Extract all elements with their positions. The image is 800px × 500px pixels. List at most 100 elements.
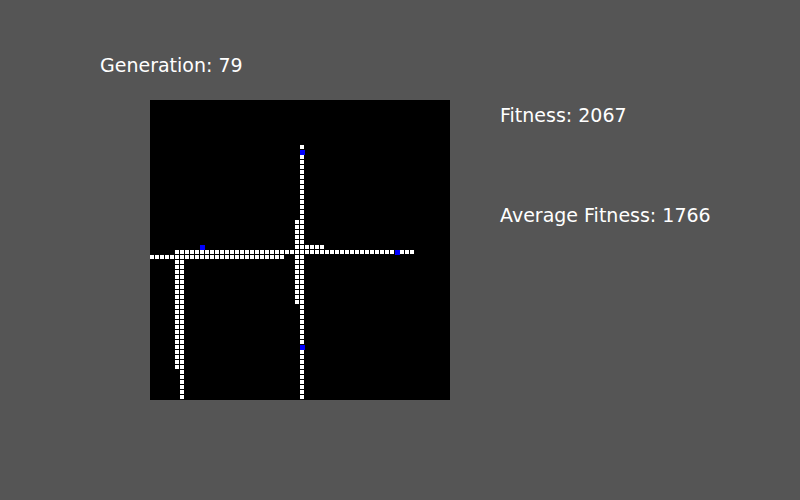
trail-cell <box>300 385 304 389</box>
trail-cell <box>180 310 184 314</box>
stats-panel: Fitness: 2067 Average Fitness: 1766 <box>450 100 711 400</box>
trail-cell <box>295 225 299 229</box>
trail-cell <box>340 250 344 254</box>
trail-cell <box>355 250 359 254</box>
trail-cell <box>315 250 319 254</box>
trail-cell <box>180 335 184 339</box>
trail-cell <box>300 245 304 249</box>
trail-cell <box>215 250 219 254</box>
trail-cell <box>160 255 164 259</box>
trail-cell <box>335 250 339 254</box>
trail-cell <box>175 250 179 254</box>
trail-cell <box>280 250 284 254</box>
trail-cell <box>325 250 329 254</box>
trail-cell <box>305 245 309 249</box>
trail-cell <box>180 360 184 364</box>
trail-cell <box>255 255 259 259</box>
trail-cell <box>175 270 179 274</box>
trail-cell <box>400 250 404 254</box>
trail-cell <box>270 255 274 259</box>
trail-cell <box>175 285 179 289</box>
trail-cell <box>300 240 304 244</box>
trail-cell <box>235 250 239 254</box>
trail-cell <box>295 280 299 284</box>
trail-cell <box>330 250 334 254</box>
trail-cell <box>295 245 299 249</box>
trail-cell <box>175 350 179 354</box>
trail-cell <box>225 255 229 259</box>
trail-cell <box>315 245 319 249</box>
trail-cell <box>295 270 299 274</box>
trail-cell <box>180 295 184 299</box>
trail-cell <box>290 250 294 254</box>
trail-cell <box>300 170 304 174</box>
trail-cell <box>180 380 184 384</box>
trail-cell <box>410 250 414 254</box>
trail-cell <box>165 255 169 259</box>
trail-cell <box>300 395 304 399</box>
trail-cell <box>240 255 244 259</box>
trail-cell <box>300 285 304 289</box>
trail-cell <box>275 250 279 254</box>
fitness-label: Fitness: 2067 <box>500 103 711 127</box>
trail-cell <box>180 355 184 359</box>
trail-cell <box>295 285 299 289</box>
trail-cell <box>265 250 269 254</box>
trail-cell <box>300 195 304 199</box>
trail-cell <box>175 290 179 294</box>
trail-cell <box>245 255 249 259</box>
trail-cell <box>175 295 179 299</box>
trail-cell <box>185 255 189 259</box>
trail-cell <box>295 300 299 304</box>
trail-cell <box>260 255 264 259</box>
trail-cell <box>250 255 254 259</box>
trail-cell <box>150 255 154 259</box>
generation-label: Generation: 79 <box>100 53 800 77</box>
trail-cell <box>300 255 304 259</box>
trail-cell <box>295 265 299 269</box>
trail-cell <box>300 335 304 339</box>
average-fitness-label: Average Fitness: 1766 <box>500 203 711 227</box>
trail-cell <box>210 250 214 254</box>
trail-cell <box>200 250 204 254</box>
trail-cell <box>180 340 184 344</box>
trail-cell <box>300 235 304 239</box>
trail-cell <box>195 250 199 254</box>
trail-cell <box>175 275 179 279</box>
trail-cell <box>175 325 179 329</box>
trail-cell <box>300 370 304 374</box>
trail-cell <box>300 305 304 309</box>
trail-cell <box>175 255 179 259</box>
trail-cell <box>175 265 179 269</box>
trail-cell <box>300 375 304 379</box>
trail-cell <box>180 370 184 374</box>
trail-cell <box>295 240 299 244</box>
trail-cell <box>175 280 179 284</box>
trail-cell <box>175 260 179 264</box>
trail-cell <box>225 250 229 254</box>
trail-cell <box>300 190 304 194</box>
trail-cell <box>180 320 184 324</box>
trail-cell <box>300 155 304 159</box>
trail-cell <box>295 295 299 299</box>
trail-cell <box>295 255 299 259</box>
trail-cell <box>180 290 184 294</box>
trail-cell <box>180 255 184 259</box>
trail-cell <box>300 225 304 229</box>
trail-cell <box>180 250 184 254</box>
trail-cell <box>300 165 304 169</box>
trail-cell <box>300 310 304 314</box>
trail-cell <box>320 245 324 249</box>
trail-cell <box>175 330 179 334</box>
agent-marker <box>200 245 205 250</box>
trail-cell <box>300 175 304 179</box>
trail-cell <box>180 260 184 264</box>
trail-cell <box>180 345 184 349</box>
trail-cell <box>180 330 184 334</box>
trail-cell <box>200 255 204 259</box>
trail-cell <box>300 275 304 279</box>
stage: Fitness: 2067 Average Fitness: 1766 <box>0 100 800 400</box>
trail-cell <box>175 305 179 309</box>
trail-cell <box>300 380 304 384</box>
trail-cell <box>300 250 304 254</box>
